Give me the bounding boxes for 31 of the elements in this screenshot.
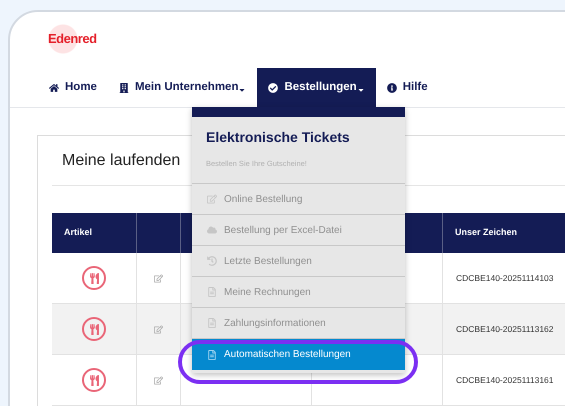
menu-item[interactable]: Online Bestellung bbox=[192, 184, 405, 215]
table-cell: CDCBE140-20251114103 bbox=[456, 272, 554, 284]
dropdown-title: Elektronische Tickets bbox=[206, 128, 351, 147]
nav-tab[interactable]: Home bbox=[38, 68, 108, 108]
edit-icon[interactable] bbox=[154, 376, 163, 384]
info-icon bbox=[386, 83, 397, 93]
nav-tab[interactable]: Mein Unternehmen bbox=[108, 68, 258, 108]
edit-icon[interactable] bbox=[154, 324, 163, 334]
logo: Edenred bbox=[48, 24, 97, 54]
home-icon bbox=[49, 83, 59, 93]
cutlery-icon bbox=[82, 317, 106, 341]
document-icon bbox=[207, 350, 217, 360]
nav-tab[interactable]: Hilfe bbox=[376, 68, 439, 108]
cloud-icon bbox=[207, 225, 217, 235]
table-cell: CDCBE140-20251113162 bbox=[456, 322, 554, 336]
menu-item[interactable]: Bestellung per Excel-Datei bbox=[192, 215, 405, 246]
panel-title: Meine laufenden bbox=[62, 150, 180, 170]
edit-icon bbox=[207, 194, 217, 204]
column-header: Unser Zeichen bbox=[455, 226, 518, 240]
nav-tab[interactable]: Bestellungen bbox=[257, 68, 376, 108]
history-icon bbox=[207, 256, 217, 266]
cutlery-icon bbox=[82, 266, 106, 290]
column-header: Artikel bbox=[64, 226, 92, 240]
cutlery-icon bbox=[82, 368, 106, 392]
menu-item[interactable]: Letzte Bestellungen bbox=[192, 246, 405, 277]
table-cell: CDCBE140-20251113161 bbox=[456, 374, 554, 386]
edit-icon[interactable] bbox=[154, 274, 163, 282]
document-icon bbox=[207, 318, 217, 328]
building-icon bbox=[118, 83, 129, 93]
menu-item[interactable]: Meine Rechnungen bbox=[192, 277, 405, 308]
document-icon bbox=[207, 287, 217, 297]
